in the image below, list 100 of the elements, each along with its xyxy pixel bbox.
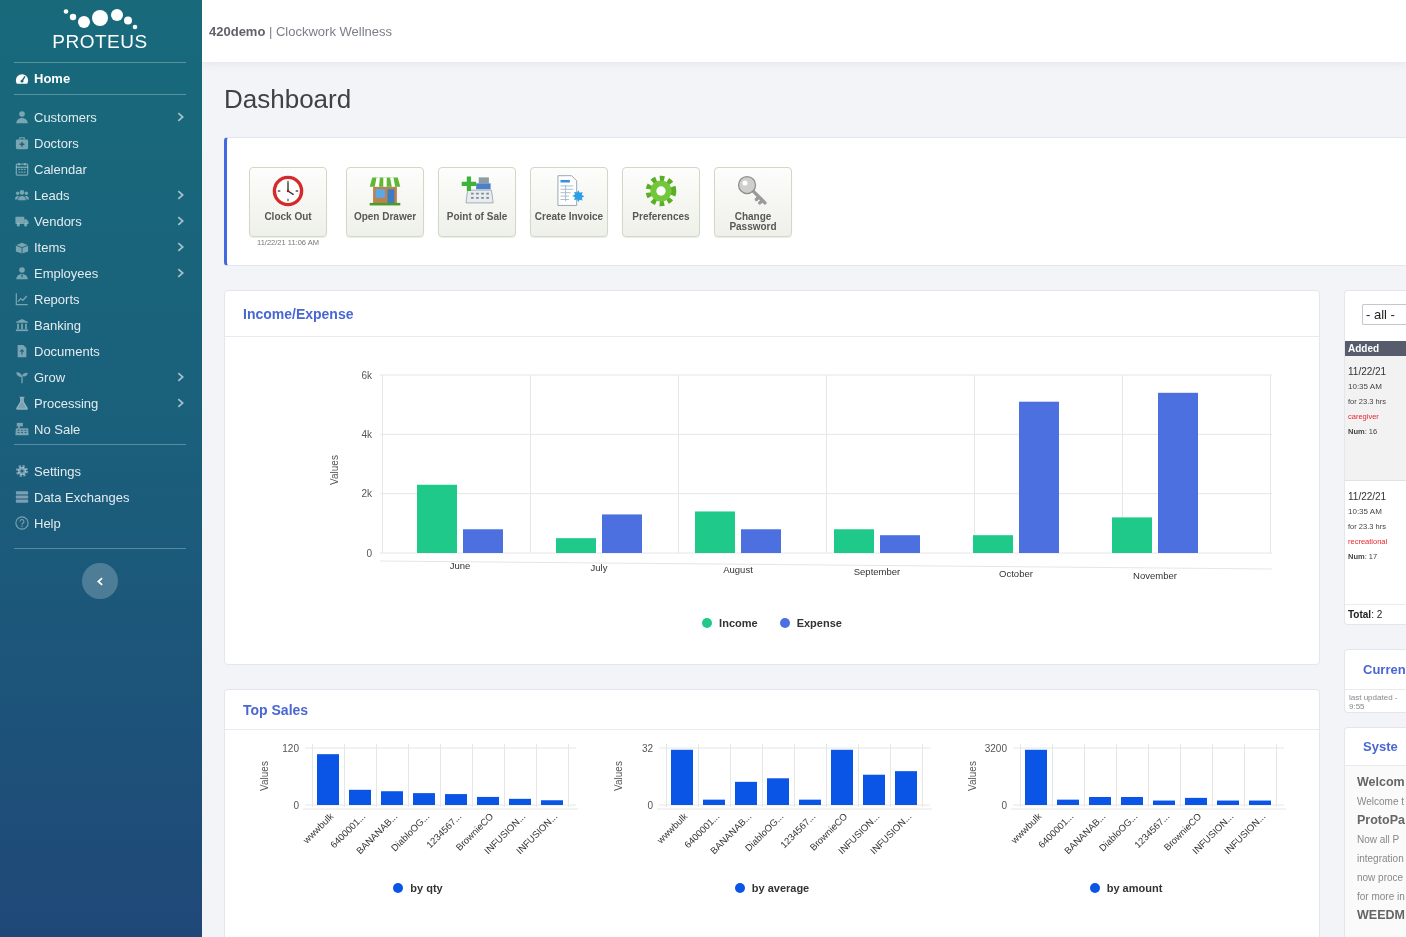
sidebar-item[interactable]: Customers — [14, 104, 186, 130]
server-icon — [15, 490, 29, 504]
sales-bar — [703, 799, 725, 805]
user-icon — [15, 110, 29, 124]
sales-bar — [1153, 800, 1175, 805]
logo-text: PROTEUS — [52, 31, 148, 52]
box-icon — [15, 240, 29, 254]
sidebar-item[interactable]: Grow — [14, 364, 186, 390]
date-text: 11/22/21 — [1348, 365, 1387, 379]
quick-action-button[interactable]: Open Drawer — [346, 167, 424, 237]
legend-label: by average — [751, 882, 810, 894]
income-bar — [834, 529, 874, 553]
sidebar-item[interactable]: Employees — [14, 260, 186, 286]
collapse-button[interactable] — [82, 563, 118, 599]
users-icon — [15, 188, 29, 202]
gauge-icon — [15, 71, 29, 86]
axis-tick-label: 0 — [647, 799, 653, 811]
axis-tick-label: 6k — [361, 369, 372, 381]
legend-label: by qty — [410, 882, 443, 894]
axis-label: August — [723, 564, 753, 575]
axis-title: Values — [329, 455, 340, 485]
panel-title: Syste — [1363, 739, 1398, 754]
section-heading: Welcom — [1357, 774, 1405, 791]
sales-bar — [1249, 800, 1271, 805]
axis-title: Values — [613, 761, 624, 791]
expense-bar — [463, 529, 503, 553]
expense-bar — [602, 514, 642, 553]
settings-icon — [15, 464, 29, 478]
sales-bar — [413, 793, 435, 805]
legend-label: by amount — [1106, 882, 1163, 894]
page-title: Dashboard — [224, 84, 353, 114]
sales-bar — [1025, 749, 1047, 805]
axis-label: September — [853, 566, 901, 577]
sidebar-item[interactable]: Calendar — [14, 156, 186, 182]
quick-action-button[interactable]: Create Invoice — [530, 167, 608, 237]
time-text: 10:35 AM — [1348, 381, 1382, 393]
sales-bar — [831, 749, 853, 805]
sidebar-item[interactable]: Home — [14, 63, 186, 94]
axis-tick-label: 4k — [361, 428, 372, 440]
sidebar-item[interactable]: Documents — [14, 338, 186, 364]
sidebar-item[interactable]: Settings — [14, 458, 186, 484]
income-bar — [1112, 517, 1152, 553]
column-header: Added — [1345, 341, 1406, 356]
total-text: Total: 2 — [1345, 604, 1406, 624]
axis-tick-label: 2k — [361, 488, 372, 500]
sales-bar — [799, 799, 821, 805]
sales-bar — [381, 791, 403, 805]
sales-bar — [509, 798, 531, 805]
sidebar-item[interactable]: Items — [14, 234, 186, 260]
company-title: 420demo | Clockwork Wellness — [209, 23, 393, 39]
sidebar-item[interactable]: Reports — [14, 286, 186, 312]
axis-tick-label: 3200 — [984, 742, 1007, 754]
sidebar-item[interactable]: Doctors — [14, 130, 186, 156]
sidebar-item[interactable]: Leads — [14, 182, 186, 208]
storefront-icon — [368, 174, 402, 208]
paragraph-line: now proce — [1357, 871, 1404, 885]
paragraph-line: integration — [1357, 852, 1404, 866]
chevron-left-icon — [97, 576, 103, 586]
card-title: Income/Expense — [243, 305, 354, 322]
section-heading: ProtoPa — [1357, 812, 1405, 829]
income-bar — [417, 484, 457, 553]
sidebar-item[interactable]: No Sale — [14, 416, 186, 442]
gear-icon — [644, 174, 678, 208]
axis-title: Values — [259, 761, 270, 791]
sales-bar — [671, 749, 693, 805]
filter-dropdown[interactable]: - all - — [1362, 304, 1406, 325]
user-tie-icon — [15, 266, 29, 280]
time-text: 10:35 AM — [1348, 506, 1382, 518]
paragraph-line: Now all P — [1357, 833, 1400, 847]
clock-icon — [271, 174, 305, 208]
sales-bar — [1217, 800, 1239, 805]
axis-label: November — [1133, 570, 1177, 581]
sales-bar — [541, 800, 563, 805]
legend-label: Income — [719, 617, 758, 629]
update-note: last updated - 9:55 — [1348, 692, 1399, 711]
sales-bar — [1121, 797, 1143, 805]
sidebar-item[interactable]: Vendors — [14, 208, 186, 234]
quick-action-button[interactable]: Preferences — [622, 167, 700, 237]
sales-bar — [317, 754, 339, 805]
sidebar-item[interactable]: Help — [14, 510, 186, 536]
sidebar-item[interactable]: Banking — [14, 312, 186, 338]
axis-label: October — [999, 568, 1033, 579]
income-bar — [973, 535, 1013, 553]
sidebar-item[interactable]: Data Exchanges — [14, 484, 186, 510]
quick-action-button[interactable]: Clock Out — [249, 167, 327, 237]
sales-bar — [445, 794, 467, 805]
quick-action-button[interactable]: Change Password — [714, 167, 792, 237]
bank-icon — [15, 318, 29, 332]
axis-title: Values — [967, 761, 978, 791]
income-bar — [556, 538, 596, 553]
axis-label: June — [449, 560, 471, 571]
sales-bar — [1185, 797, 1207, 805]
axis-tick-label: 32 — [641, 742, 653, 754]
sales-bar — [1089, 797, 1111, 805]
axis-tick-label: 0 — [293, 799, 299, 811]
quick-action-button[interactable]: Point of Sale — [438, 167, 516, 237]
sidebar-item[interactable]: Processing — [14, 390, 186, 416]
flask-icon — [15, 396, 29, 410]
paragraph-line: for more in — [1357, 890, 1405, 904]
legend-label: Expense — [796, 617, 842, 629]
